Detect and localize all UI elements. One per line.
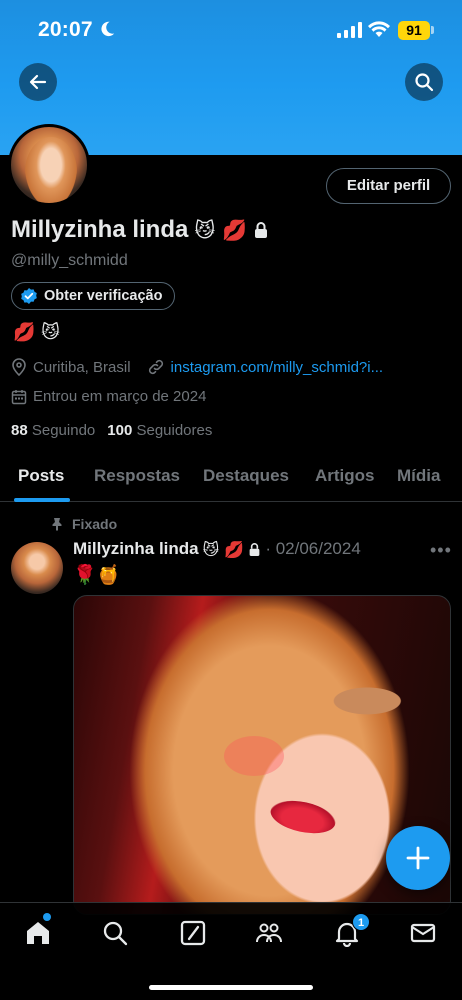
- grok-icon[interactable]: [179, 919, 207, 947]
- link-icon: [148, 359, 163, 375]
- following-link[interactable]: 88 Seguindo: [11, 422, 95, 439]
- profile-avatar[interactable]: [8, 124, 90, 206]
- bottom-nav: 1: [0, 902, 462, 1000]
- profile-tabs: Posts Respostas Destaques Artigos Mídia: [0, 452, 462, 502]
- home-icon[interactable]: [24, 919, 52, 947]
- home-indicator[interactable]: [149, 985, 313, 990]
- tab-media[interactable]: Mídia: [397, 466, 440, 486]
- tab-highlights[interactable]: Destaques: [203, 466, 289, 486]
- search-button[interactable]: [405, 63, 443, 101]
- profile-meta-joined: Entrou em março de 2024: [11, 388, 206, 405]
- search-icon: [415, 73, 434, 92]
- profile-location: Curitiba, Brasil: [33, 358, 131, 376]
- get-verified-label: Obter verificação: [44, 288, 163, 304]
- pinned-text: Fixado: [72, 516, 118, 532]
- get-verified-button[interactable]: Obter verificação: [11, 282, 176, 310]
- battery-level: 91: [398, 21, 430, 40]
- pin-icon: [52, 518, 62, 531]
- post-author-emojis: 😼 💋: [202, 539, 245, 559]
- tab-posts[interactable]: Posts: [18, 466, 64, 486]
- location-pin-icon: [12, 358, 26, 376]
- wifi-icon: [368, 21, 390, 37]
- profile-website-link[interactable]: instagram.com/milly_schmid?i...: [171, 359, 384, 376]
- back-button[interactable]: [19, 63, 57, 101]
- focus-moon-icon: [101, 21, 115, 37]
- followers-count: 100: [107, 422, 133, 439]
- profile-name-text: Millyzinha linda: [11, 216, 189, 243]
- post-lock-icon: [249, 542, 260, 556]
- followers-label: Seguidores: [136, 422, 213, 439]
- compose-post-button[interactable]: [386, 826, 450, 890]
- image-detail-lips: [267, 795, 339, 839]
- status-bar: 20:07 91: [0, 0, 462, 56]
- pinned-label: Fixado: [50, 516, 117, 532]
- verified-badge-icon: [21, 288, 37, 304]
- active-tab-indicator: [14, 498, 70, 502]
- post-date[interactable]: · 02/06/2024: [265, 539, 360, 559]
- profile-name-emojis: 😼 💋: [194, 218, 248, 242]
- post-author-avatar[interactable]: [11, 542, 63, 594]
- tab-replies[interactable]: Respostas: [94, 466, 180, 486]
- followers-link[interactable]: 100 Seguidores: [107, 422, 212, 439]
- search-nav-icon[interactable]: [101, 919, 129, 947]
- edit-profile-button[interactable]: Editar perfil: [326, 168, 451, 204]
- following-count: 88: [11, 422, 28, 439]
- post-author-name[interactable]: Millyzinha linda: [73, 539, 199, 559]
- arrow-left-icon: [29, 74, 47, 90]
- post-header: Millyzinha linda 😼 💋 · 02/06/2024: [73, 539, 361, 559]
- profile-handle: @milly_schmidd: [11, 252, 128, 269]
- plus-icon: [406, 846, 430, 870]
- post-text: 🌹🍯: [73, 564, 121, 586]
- notifications-badge: 1: [352, 913, 370, 931]
- following-label: Seguindo: [31, 422, 96, 439]
- home-new-dot: [43, 913, 51, 921]
- follow-stats: 88 Seguindo 100 Seguidores: [11, 422, 212, 439]
- battery-tip: [431, 26, 434, 34]
- profile-joined-date: Entrou em março de 2024: [33, 388, 207, 405]
- profile-name: Millyzinha linda 😼 💋: [11, 216, 269, 244]
- tab-articles[interactable]: Artigos: [315, 466, 375, 486]
- profile-bio: 💋 😼: [13, 322, 60, 343]
- cellular-signal-icon: [337, 22, 362, 38]
- calendar-icon: [11, 389, 27, 404]
- messages-icon[interactable]: [409, 919, 437, 947]
- profile-meta-location-link: Curitiba, Brasil instagram.com/milly_sch…: [11, 358, 383, 376]
- avatar-portrait: [25, 137, 77, 203]
- image-detail-cheek: [224, 736, 284, 776]
- communities-icon[interactable]: [255, 919, 283, 947]
- status-time: 20:07: [38, 18, 93, 41]
- more-options-icon[interactable]: •••: [430, 540, 452, 561]
- lock-icon: [255, 222, 268, 238]
